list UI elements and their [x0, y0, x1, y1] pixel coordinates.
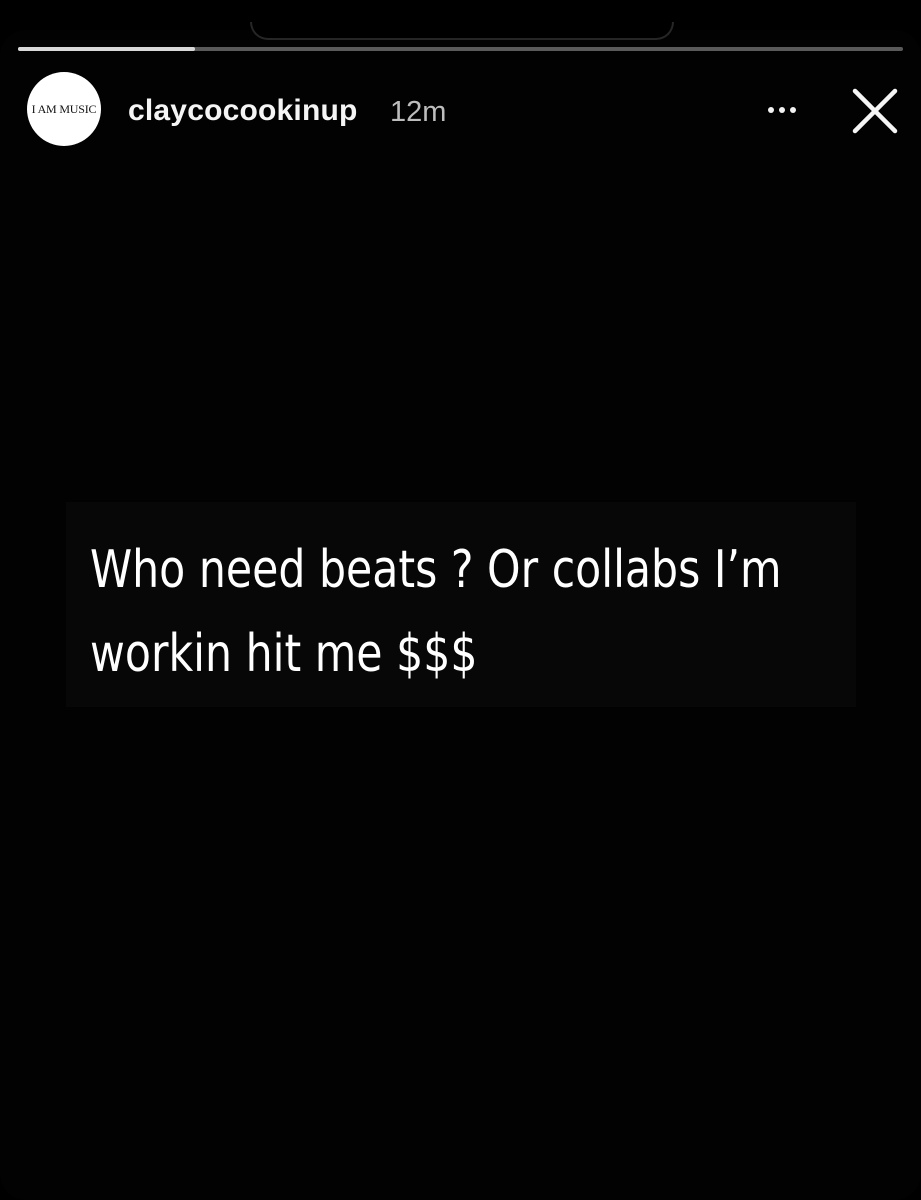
device-notch	[250, 22, 674, 40]
close-button[interactable]	[848, 84, 902, 138]
more-options-button[interactable]	[758, 92, 806, 128]
avatar[interactable]: I AM MUSIC	[27, 72, 101, 146]
username-link[interactable]: claycocookinup	[128, 94, 358, 128]
more-horizontal-icon	[790, 107, 796, 113]
story-progress-bar	[18, 47, 903, 51]
story-timestamp: 12m	[390, 96, 447, 128]
story-progress-fill	[18, 47, 195, 51]
avatar-logo-text: I AM MUSIC	[31, 101, 97, 116]
close-icon	[852, 88, 898, 134]
more-horizontal-icon	[779, 107, 785, 113]
story-caption: Who need beats ? Or collabs I’m workin h…	[90, 540, 782, 684]
more-horizontal-icon	[768, 107, 774, 113]
